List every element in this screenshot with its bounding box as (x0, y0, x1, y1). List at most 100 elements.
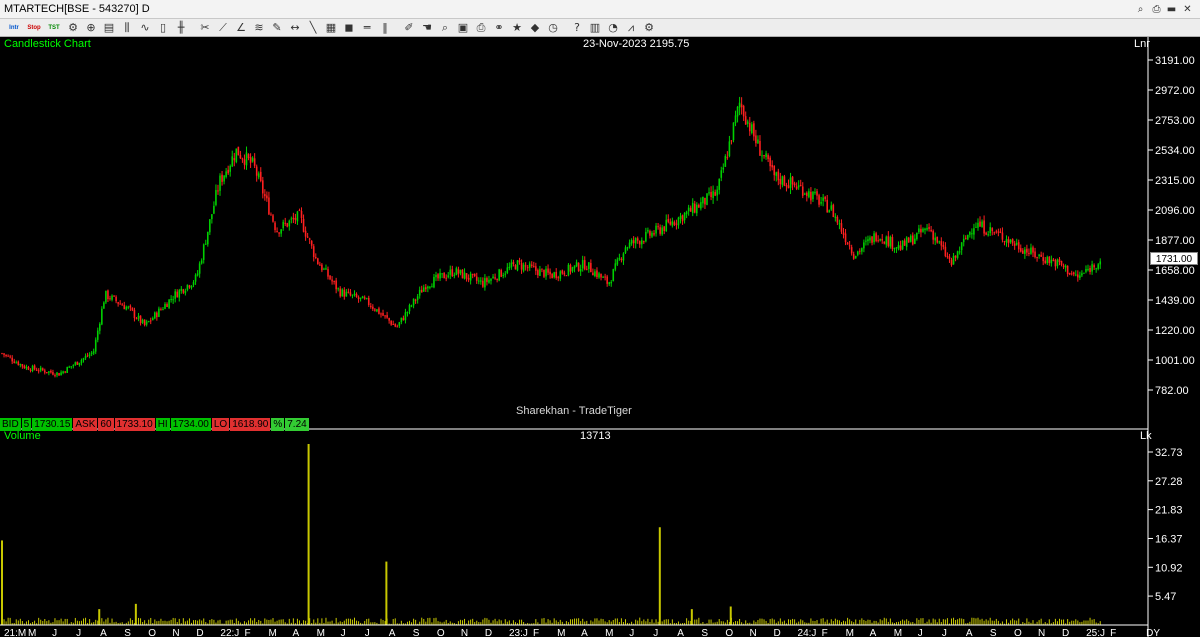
print-icon[interactable]: ⎙ (474, 21, 488, 35)
candle-body (64, 371, 66, 373)
candle-body (520, 263, 523, 270)
candle-body (614, 263, 617, 270)
candle-body (80, 359, 83, 364)
line-chart-icon[interactable]: ∿ (138, 21, 152, 35)
settings-icon[interactable]: ⚙ (66, 21, 80, 35)
candle-body (834, 216, 837, 219)
pie-icon[interactable]: ◔ (606, 21, 620, 35)
candle-body (685, 211, 688, 215)
candle-body (465, 273, 468, 279)
scale-type-label[interactable]: Lnr (1134, 38, 1150, 50)
line-icon[interactable]: ╲ (306, 21, 320, 35)
candle-body (863, 242, 865, 249)
time-axis-label: O (437, 628, 445, 637)
crosshair-icon[interactable]: ⊕ (84, 21, 98, 35)
close-icon[interactable]: ✕ (1181, 3, 1194, 16)
intraday-icon[interactable]: Intr (6, 21, 22, 35)
candle-body (445, 277, 447, 279)
print-icon[interactable]: ⎙ (1150, 3, 1163, 16)
candle-body (278, 232, 280, 234)
candle-body (1034, 251, 1036, 258)
candle-body (343, 289, 346, 297)
candle-body (746, 121, 749, 124)
candle-body (1089, 267, 1091, 273)
time-axis: 21:M M J J A S O N D 22:J F M A M J J A S O N D 23:J F M A M J J A S O… (4, 628, 1160, 637)
chart-toolbar: Intr Stop TST ⚙ ⊕ ▤ ⫼ ∿ ▯ ╫ ✂ ⟋ ∠ ≋ ✎ ↔ ╲ ▦ ◼ ═ ‖ ✐ ☚ ⌕ ▣ ⎙ ⚭ ★ ◆ ◷? ▥… (0, 19, 1200, 37)
time-axis-label: S (990, 628, 997, 637)
minimize-icon[interactable]: ▬ (1165, 3, 1178, 16)
arrow-both-icon[interactable]: ↔ (288, 21, 302, 35)
stop-icon[interactable]: Stop (26, 21, 42, 35)
help-icon[interactable]: ? (570, 21, 584, 35)
chart-type-icon[interactable]: ▤ (102, 21, 116, 35)
time-axis-label: M (269, 628, 277, 637)
candle-body (431, 286, 433, 288)
candle-body (1007, 239, 1010, 244)
gear-icon[interactable]: ⚙ (642, 21, 656, 35)
vlines-icon[interactable]: ‖ (378, 21, 392, 35)
trendline-icon[interactable]: ⟋ (216, 21, 230, 35)
link-icon[interactable]: ⚭ (492, 21, 506, 35)
candle-body (628, 242, 631, 248)
cube-icon[interactable]: ◼ (342, 21, 356, 35)
trash-icon[interactable]: ▥ (588, 21, 602, 35)
scissors-icon[interactable]: ✂ (198, 21, 212, 35)
volume-tick-label: 27.28 (1155, 476, 1183, 488)
candle-body (288, 220, 291, 227)
candle-body (1011, 238, 1014, 244)
candle-body (43, 370, 46, 373)
candle-icon[interactable]: ▯ (156, 21, 170, 35)
candle-body (659, 227, 661, 234)
search-icon[interactable]: ⌕ (1134, 3, 1147, 16)
candle-body (129, 305, 132, 308)
chart-canvas[interactable]: 3191.00 2972.00 2753.00 2534.00 2315.00 2096.… (0, 37, 1200, 637)
candle-body (406, 311, 409, 314)
candle-body (323, 268, 325, 270)
candle-body (339, 288, 342, 297)
candle-body (948, 256, 951, 260)
zoom-icon[interactable]: ⌕ (438, 21, 452, 35)
bars-icon[interactable]: ⫼ (120, 21, 134, 35)
candle-body (410, 305, 413, 307)
volume-tick-label: 32.73 (1155, 447, 1183, 459)
ask-qty: 60 (98, 418, 114, 431)
candle-body (924, 228, 926, 231)
grid-icon[interactable]: ▦ (324, 21, 338, 35)
candle-body (573, 265, 576, 269)
time-axis-label: N (461, 628, 468, 637)
ohlc-icon[interactable]: ╫ (174, 21, 188, 35)
candle-body (710, 191, 712, 198)
candle-body (141, 319, 144, 323)
pen-icon[interactable]: ✐ (402, 21, 416, 35)
star-icon[interactable]: ★ (510, 21, 524, 35)
tag-icon[interactable]: ◆ (528, 21, 542, 35)
candle-body (753, 123, 755, 137)
candle-body (801, 186, 804, 196)
time-axis-label: J (942, 628, 947, 637)
graph-icon[interactable]: ⩘ (624, 21, 638, 35)
hline-icon[interactable]: ═ (360, 21, 374, 35)
quote-strip: BID 5 1730.15 ASK 60 1733.10 HI 1734.00 … (0, 418, 310, 431)
candle-body (84, 355, 87, 359)
candle-body (909, 235, 912, 242)
clock-icon[interactable]: ◷ (546, 21, 560, 35)
candle-body (1017, 242, 1020, 250)
candle-body (824, 197, 826, 199)
document-icon[interactable]: ▣ (456, 21, 470, 35)
candle-body (667, 219, 670, 222)
tst-icon[interactable]: TST (46, 21, 62, 35)
candle-body (145, 321, 148, 325)
angle-icon[interactable]: ∠ (234, 21, 248, 35)
candle-body (455, 268, 458, 275)
hand-icon[interactable]: ☚ (420, 21, 434, 35)
candle-body (113, 295, 115, 297)
pencil-icon[interactable]: ✎ (270, 21, 284, 35)
candle-body (235, 148, 238, 163)
candle-body (518, 260, 521, 263)
candle-body (282, 221, 284, 229)
fib-icon[interactable]: ≋ (252, 21, 266, 35)
candle-body (58, 373, 60, 376)
candle-body (1062, 265, 1065, 267)
candle-body (724, 156, 727, 167)
candle-body (781, 176, 784, 185)
